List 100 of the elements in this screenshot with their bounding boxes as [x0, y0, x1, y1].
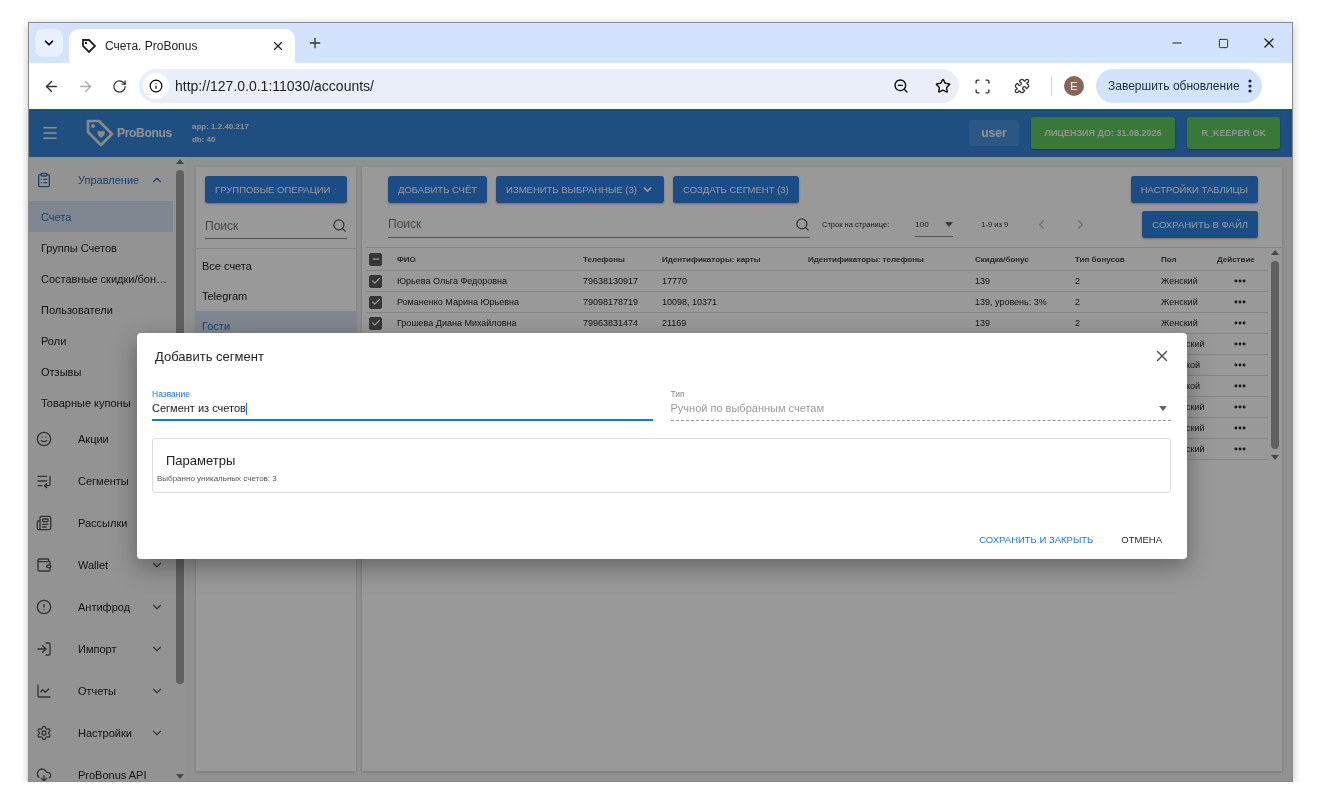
- sidebar-item[interactable]: Wallet: [29, 544, 174, 586]
- zoom-icon[interactable]: [893, 78, 909, 94]
- column-header: Скидка/бонус: [974, 254, 1030, 264]
- table-cell-text: 2: [1074, 276, 1081, 286]
- maximize-icon: [1217, 37, 1229, 49]
- table-cell-text: Женский: [1160, 276, 1199, 286]
- table-cell-text: 79638130917: [582, 276, 640, 286]
- sidebar-item[interactable]: Антифрод: [29, 586, 174, 628]
- row-checkbox[interactable]: [369, 295, 382, 309]
- toolbar-button[interactable]: СОЗДАТЬ СЕГМЕНТ (3): [673, 176, 799, 203]
- list-icon: [36, 473, 52, 489]
- newspaper-icon: [36, 515, 52, 531]
- table-cell-text: Юрьева Ольга Федоровна: [396, 276, 509, 286]
- table-cell-text: Грошева Диана Михайловна: [396, 318, 518, 328]
- sidebar-item[interactable]: Настройки: [29, 712, 174, 754]
- table-cell-text: 10098, 10371: [661, 297, 719, 307]
- smile-icon: [36, 431, 52, 447]
- column-header: Пол: [1160, 254, 1178, 264]
- table-cell-text: 17770: [661, 276, 689, 286]
- search-field[interactable]: Поиск: [205, 213, 347, 239]
- tab-list-button[interactable]: [35, 29, 63, 57]
- chart-icon: [36, 683, 52, 699]
- search-field[interactable]: Поиск: [388, 211, 810, 238]
- screenshot-icon: [973, 77, 991, 95]
- sidebar-subitem[interactable]: Пользователи: [29, 294, 173, 325]
- db-version: db: 40: [191, 135, 217, 144]
- table-cell-text: 21169: [661, 318, 688, 328]
- browser-tab[interactable]: Счета. ProBonus: [69, 29, 295, 63]
- sidebar-item[interactable]: Импорт: [29, 628, 174, 670]
- table-cell-text: 139: [974, 276, 992, 286]
- info-icon[interactable]: [149, 79, 163, 93]
- import-icon: [36, 641, 52, 657]
- brand-name: ProBonus: [117, 126, 172, 140]
- check-icon: [370, 276, 381, 286]
- kebab-menu-icon: [1247, 79, 1252, 93]
- sidebar-subitem[interactable]: Составные скидки/бон…: [29, 263, 173, 294]
- select-all-checkbox[interactable]: [369, 252, 382, 266]
- column-header: Действие: [1216, 254, 1256, 264]
- table-cell-text: 79963831474: [582, 318, 640, 328]
- tag-icon: [81, 38, 97, 54]
- profile-avatar[interactable]: E: [1064, 76, 1084, 96]
- table-cell-text: 139: [974, 318, 992, 328]
- check-icon: [370, 318, 381, 328]
- table-cell-text: Женский: [1160, 297, 1199, 307]
- table-cell-text: Романенко Марина Юрьевна: [396, 297, 520, 307]
- card-title: Параметры: [165, 453, 237, 469]
- reload-icon: [111, 78, 127, 94]
- table-cell-text: 2: [1074, 318, 1081, 328]
- column-header: ФИО: [396, 254, 417, 264]
- search-icon: [332, 218, 347, 233]
- settings-icon: [36, 725, 52, 741]
- group-item[interactable]: Telegram: [196, 281, 356, 311]
- table-cell-text: ский: [1185, 339, 1206, 349]
- table-cell-text: ский: [1185, 423, 1206, 433]
- wallet-icon: [36, 557, 52, 573]
- column-header: Идентификаторы: карты: [661, 254, 762, 264]
- table-cell-text: 139, уровень: 3%: [974, 297, 1048, 307]
- row-checkbox[interactable]: [369, 274, 382, 288]
- tag-heart-logo: [85, 118, 115, 148]
- sidebar-item[interactable]: Управление: [29, 159, 174, 201]
- table-cell-text: 79098178719: [582, 297, 640, 307]
- selected-count: Выбранно уникальных счетов: 3: [157, 474, 278, 484]
- export-button[interactable]: СОХРАНИТЬ В ФАЙЛ: [1142, 211, 1258, 238]
- group-item[interactable]: Все счета: [196, 251, 356, 281]
- update-button[interactable]: Завершить обновление: [1096, 69, 1262, 103]
- toolbar-button[interactable]: ДОБАВИТЬ СЧЁТ: [388, 176, 488, 203]
- rows-per-page-select[interactable]: 100: [915, 212, 954, 237]
- table-cell-text: 2: [1074, 297, 1081, 307]
- check-icon: [370, 297, 381, 307]
- table-cell-text: кой: [1185, 381, 1202, 391]
- app-version: app: 1.2.40.217: [191, 122, 249, 131]
- sidebar-item[interactable]: ProBonus API: [29, 754, 174, 781]
- name-field[interactable]: Название Сегмент из счетов: [152, 389, 653, 422]
- table-cell-text: ский: [1185, 444, 1206, 454]
- cancel-button[interactable]: ОТМЕНА: [1112, 528, 1171, 551]
- column-header: Тип бонусов: [1074, 254, 1126, 264]
- alert-icon: [36, 599, 52, 615]
- sidebar-subitem[interactable]: Группы Счетов: [29, 232, 173, 263]
- table-settings-button[interactable]: НАСТРОЙКИ ТАБЛИЦЫ: [1130, 176, 1258, 203]
- address-bar[interactable]: http://127.0.0.1:11030/accounts/: [139, 69, 959, 103]
- close-tab-icon[interactable]: [271, 39, 285, 53]
- bookmark-star-icon[interactable]: [935, 78, 951, 94]
- menu-icon[interactable]: [41, 124, 59, 142]
- plus-icon: [307, 35, 323, 51]
- search-icon: [795, 216, 810, 232]
- puzzle-icon: [1014, 78, 1030, 94]
- group-operations-button[interactable]: ГРУППОВЫЕ ОПЕРАЦИИ: [205, 176, 347, 203]
- column-header: Идентификаторы: телефоны: [807, 254, 925, 264]
- table-cell-text: кой: [1185, 360, 1202, 370]
- tab-title: Счета. ProBonus: [105, 39, 199, 53]
- sidebar-item[interactable]: Рассылки: [29, 502, 174, 544]
- save-and-close-button[interactable]: СОХРАНИТЬ И ЗАКРЫТЬ: [970, 528, 1103, 551]
- table-cell-text: ский: [1185, 402, 1206, 412]
- dropdown-button[interactable]: ИЗМЕНИТЬ ВЫБРАННЫЕ (3): [496, 176, 664, 203]
- column-header: Телефоны: [582, 254, 626, 264]
- dialog-title: Добавить сегмент: [155, 348, 264, 364]
- clipboard-icon: [36, 172, 52, 188]
- row-checkbox[interactable]: [369, 316, 382, 330]
- cloud-icon: [36, 767, 52, 781]
- sidebar-item[interactable]: Отчеты: [29, 670, 174, 712]
